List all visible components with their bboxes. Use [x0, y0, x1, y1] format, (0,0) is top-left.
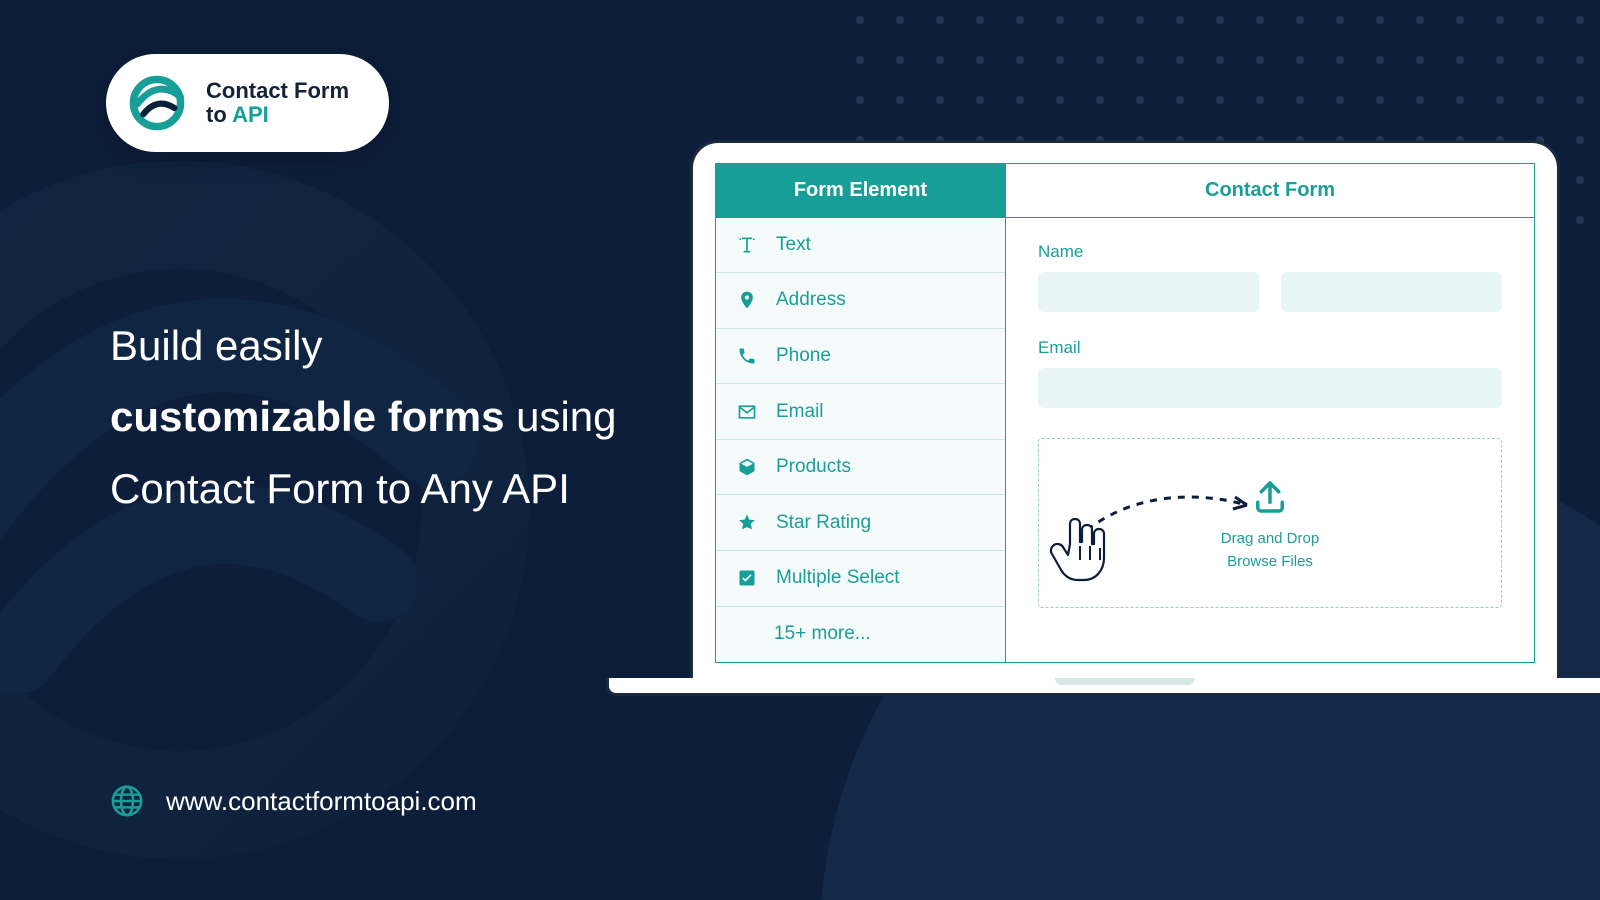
- name-label: Name: [1038, 242, 1502, 262]
- headline: Build easily customizable forms using Co…: [110, 310, 730, 524]
- website-url: www.contactformtoapi.com: [166, 786, 477, 817]
- upload-icon: [1249, 476, 1291, 518]
- pin-icon: [736, 289, 758, 311]
- headline-line3: Contact Form to Any API: [110, 453, 730, 524]
- file-dropzone[interactable]: Drag and Drop Browse Files: [1038, 438, 1502, 608]
- brand-logo-icon: [126, 72, 188, 134]
- form-canvas[interactable]: Name Email Drag and Drop Browse Files: [1006, 218, 1534, 662]
- last-name-input[interactable]: [1281, 272, 1502, 312]
- headline-line2: customizable forms using: [110, 381, 730, 452]
- element-label: Phone: [776, 345, 831, 367]
- element-star-rating[interactable]: Star Rating: [716, 495, 1005, 551]
- email-input[interactable]: [1038, 368, 1502, 408]
- brand-badge: Contact Form to API: [106, 54, 389, 152]
- element-label: Email: [776, 401, 824, 423]
- dropzone-line1: Drag and Drop: [1221, 530, 1319, 547]
- element-more[interactable]: 15+ more...: [716, 607, 1005, 663]
- contact-form-title: Contact Form: [1006, 164, 1534, 218]
- brand-line2: to API: [206, 103, 349, 127]
- element-label: Text: [776, 234, 811, 256]
- element-phone[interactable]: Phone: [716, 329, 1005, 385]
- website-row: www.contactformtoapi.com: [110, 784, 477, 818]
- element-email[interactable]: Email: [716, 384, 1005, 440]
- laptop-base: [606, 678, 1600, 696]
- element-multiple-select[interactable]: Multiple Select: [716, 551, 1005, 607]
- element-label: Star Rating: [776, 512, 871, 534]
- laptop-screen: Form Element Text Address: [690, 140, 1560, 678]
- element-label: Products: [776, 456, 851, 478]
- element-address[interactable]: Address: [716, 273, 1005, 329]
- element-text[interactable]: Text: [716, 218, 1005, 274]
- text-icon: [736, 234, 758, 256]
- form-elements-title: Form Element: [716, 164, 1005, 218]
- email-label: Email: [1038, 338, 1502, 358]
- headline-line1: Build easily: [110, 310, 730, 381]
- element-products[interactable]: Products: [716, 440, 1005, 496]
- dropzone-line2: Browse Files: [1227, 553, 1313, 570]
- form-elements-panel: Form Element Text Address: [716, 164, 1006, 662]
- element-label: Address: [776, 289, 846, 311]
- brand-text: Contact Form to API: [206, 79, 349, 127]
- envelope-icon: [736, 401, 758, 423]
- star-icon: [736, 512, 758, 534]
- phone-icon: [736, 345, 758, 367]
- first-name-input[interactable]: [1038, 272, 1259, 312]
- element-more-label: 15+ more...: [774, 623, 871, 645]
- checklist-icon: [736, 567, 758, 589]
- contact-form-panel: Contact Form Name Email Drag and Drop: [1006, 164, 1534, 662]
- form-builder: Form Element Text Address: [715, 163, 1535, 663]
- laptop-mockup: Form Element Text Address: [690, 140, 1560, 696]
- brand-line1: Contact Form: [206, 79, 349, 103]
- globe-icon: [110, 784, 144, 818]
- element-label: Multiple Select: [776, 567, 900, 589]
- box-icon: [736, 456, 758, 478]
